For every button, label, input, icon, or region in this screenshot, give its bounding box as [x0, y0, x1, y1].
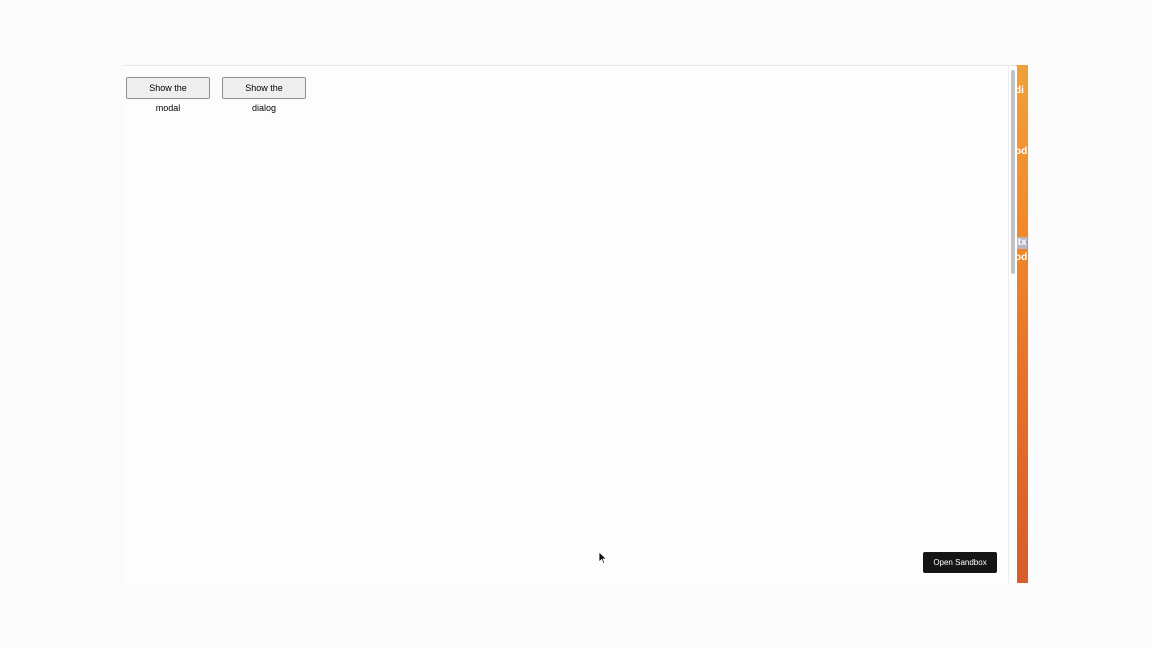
show-dialog-button[interactable]: Show the dialog	[222, 77, 306, 113]
arrow-cursor-icon	[598, 551, 608, 565]
open-sandbox-button[interactable]: Open Sandbox	[923, 552, 997, 573]
show-modal-button[interactable]: Show the modal	[126, 77, 210, 113]
scrollbar-thumb[interactable]	[1011, 70, 1015, 274]
screen: di od .tx od Show the modal Show the dia…	[0, 0, 1152, 648]
browser-page: Show the modal Show the dialog Open Sand…	[124, 65, 1017, 583]
